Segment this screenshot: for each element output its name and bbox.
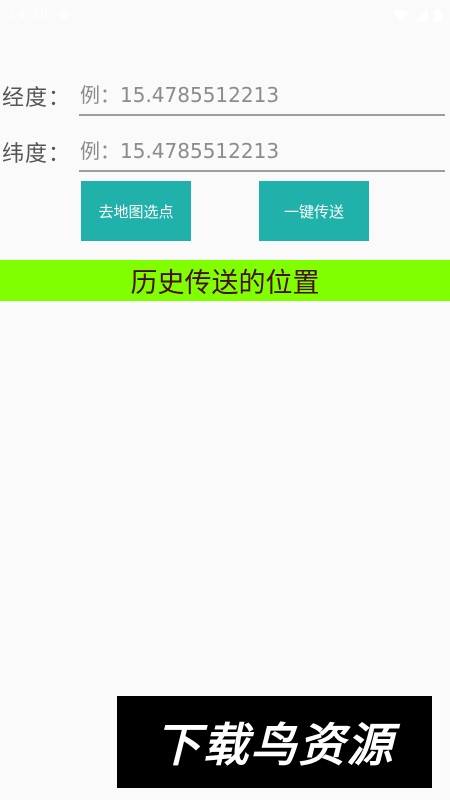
status-bar: 14:38: [0, 0, 450, 30]
longitude-input[interactable]: [79, 78, 445, 116]
watermark-logo: 下载鸟资源: [117, 696, 432, 788]
settings-gear-icon: [58, 9, 70, 21]
latitude-row: 纬度：: [0, 134, 450, 174]
one-click-send-button[interactable]: 一键传送: [259, 181, 369, 241]
status-left: 14:38: [8, 7, 70, 23]
wifi-icon: [393, 9, 409, 21]
battery-icon: [434, 8, 442, 22]
history-title-banner: 历史传送的位置: [0, 260, 450, 301]
latitude-label: 纬度：: [2, 142, 72, 167]
history-title: 历史传送的位置: [130, 268, 320, 299]
longitude-label: 经度：: [2, 86, 72, 111]
history-list[interactable]: [0, 301, 450, 691]
signal-icon: [415, 9, 428, 21]
pick-on-map-button[interactable]: 去地图选点: [81, 181, 191, 241]
status-right: [393, 8, 442, 22]
longitude-row: 经度：: [0, 78, 450, 118]
status-time: 14:38: [8, 7, 49, 23]
watermark-text: 下载鸟资源: [154, 718, 395, 772]
app-screen: 14:38 经度： 纬度： 去地图选点 一键传送 历史传送的位置: [0, 0, 450, 800]
latitude-input[interactable]: [79, 134, 445, 172]
